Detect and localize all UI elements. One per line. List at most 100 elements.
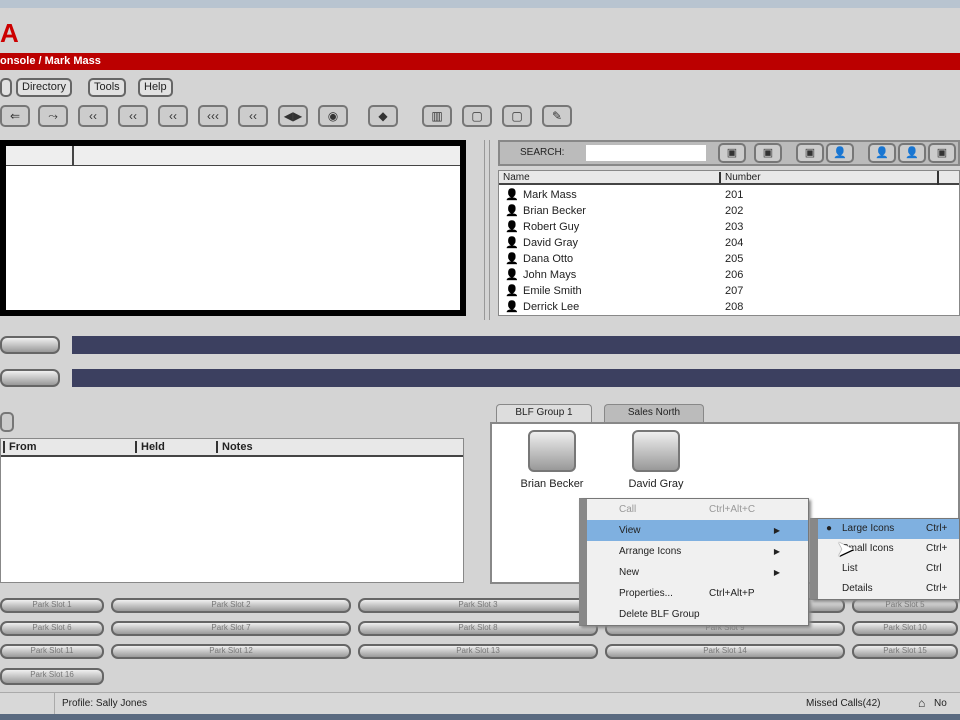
search-card-icon[interactable]: ▣ [796, 143, 824, 163]
menu-item-call[interactable]: Call Ctrl+Alt+C [587, 499, 808, 520]
blf-user[interactable]: David Gray [608, 430, 704, 490]
toolbar-record-icon[interactable]: ◉ [318, 105, 348, 127]
menu-item-label: New [619, 567, 640, 578]
directory-row[interactable]: 👤 David Gray 204 [499, 235, 959, 251]
line-button-2[interactable] [0, 369, 60, 387]
toolbar-hold-icon[interactable]: ⤳ [38, 105, 68, 127]
column-notes[interactable]: Notes [216, 441, 253, 453]
missed-calls[interactable]: Missed Calls(42) [806, 698, 880, 709]
logo: A [0, 18, 19, 48]
menu-shortcut: Ctrl+Alt+P [709, 588, 755, 599]
toolbar-transfer-icon[interactable]: ⇐ [0, 105, 30, 127]
column-name[interactable]: Name [503, 172, 530, 183]
blf-user-label: David Gray [628, 478, 684, 490]
toolbar-settings-icon[interactable]: ✎ [542, 105, 572, 127]
directory-row[interactable]: 👤 Brian Becker 202 [499, 203, 959, 219]
menu-tools[interactable]: Tools [88, 78, 126, 97]
held-button[interactable] [0, 412, 14, 432]
menu-file[interactable] [0, 78, 12, 97]
toolbar-line2-icon[interactable]: ▢ [502, 105, 532, 127]
menu-help[interactable]: Help [138, 78, 173, 97]
park-slot-button[interactable]: Park Slot 1 [0, 598, 104, 613]
toolbar-dialpad-icon[interactable]: ▥ [422, 105, 452, 127]
column-from[interactable]: From [3, 441, 37, 453]
submenu-item-list[interactable]: List Ctrl [818, 559, 959, 579]
contact-number: 201 [725, 189, 744, 201]
toolbar-navigate-icon[interactable]: ◆ [368, 105, 398, 127]
menu-shortcut: Ctrl+ [926, 543, 948, 554]
submenu-arrow-icon: ▶ [773, 568, 780, 577]
person-icon: 👤 [505, 285, 519, 297]
park-slot-button[interactable]: Park Slot 3 [358, 598, 598, 613]
column-number[interactable]: Number [719, 172, 761, 183]
bell-icon: ⌂ [918, 696, 926, 710]
park-slot-button[interactable]: Park Slot 14 [605, 644, 845, 659]
toolbar-conference2-icon[interactable]: ‹‹ [118, 105, 148, 127]
person-icon: 👤 [505, 237, 519, 249]
person-icon: 👤 [505, 205, 519, 217]
park-slot-button[interactable]: Park Slot 12 [111, 644, 351, 659]
submenu-item-details[interactable]: Details Ctrl+ [818, 579, 959, 599]
splitter[interactable] [484, 140, 490, 320]
column-held[interactable]: Held [135, 441, 165, 453]
taskbar [0, 714, 960, 720]
toolbar-speaker-icon[interactable]: ◀▶ [278, 105, 308, 127]
menu-shortcut: Ctrl+ [926, 523, 948, 534]
park-slot-button[interactable]: Park Slot 8 [358, 621, 598, 636]
contact-number: 208 [725, 301, 744, 313]
menu-item-properties[interactable]: Properties... Ctrl+Alt+P [587, 583, 808, 604]
toolbar-conference4-icon[interactable]: ‹‹‹ [198, 105, 228, 127]
directory-row[interactable]: 👤 John Mays 206 [499, 267, 959, 283]
group-icon[interactable]: 👤 [898, 143, 926, 163]
park-slot-button[interactable]: Park Slot 13 [358, 644, 598, 659]
call-panel[interactable] [0, 140, 466, 316]
contact-number: 202 [725, 205, 744, 217]
park-slot-button[interactable]: Park Slot 6 [0, 621, 104, 636]
park-slot-button[interactable]: Park Slot 11 [0, 644, 104, 659]
directory-row[interactable]: 👤 Dana Otto 205 [499, 251, 959, 267]
directory-row[interactable]: 👤 Derrick Lee 208 [499, 299, 959, 315]
line-status-2 [72, 369, 960, 387]
contact-name: Robert Guy [523, 221, 580, 233]
menu-shortcut: Ctrl [926, 563, 942, 574]
person-icon[interactable]: 👤 [868, 143, 896, 163]
edit-icon[interactable]: ▣ [718, 143, 746, 163]
menu-item-label: List [842, 563, 858, 574]
contact-number: 205 [725, 253, 744, 265]
search-input[interactable] [586, 145, 706, 161]
submenu-arrow-icon: ▶ [773, 547, 780, 556]
line-button-1[interactable] [0, 336, 60, 354]
toolbar-conference-icon[interactable]: ‹‹ [78, 105, 108, 127]
menu-item-view[interactable]: View ▶ [587, 520, 808, 541]
contact-number: 203 [725, 221, 744, 233]
menu-item-new[interactable]: New ▶ [587, 562, 808, 583]
status-right: No [934, 698, 947, 709]
check-icon[interactable]: ▣ [754, 143, 782, 163]
tab-sales-north[interactable]: Sales North [604, 404, 704, 422]
toolbar-conference3-icon[interactable]: ‹‹ [158, 105, 188, 127]
menu-item-delete-blf-group[interactable]: Delete BLF Group [587, 604, 808, 625]
menu-directory[interactable]: Directory [16, 78, 73, 97]
link-icon[interactable]: ▣ [928, 143, 956, 163]
toolbar-line1-icon[interactable]: ▢ [462, 105, 492, 127]
blf-user[interactable]: Brian Becker [504, 430, 600, 490]
phone-icon [632, 430, 680, 472]
person-icon: 👤 [505, 269, 519, 281]
toolbar-back-icon[interactable]: ‹‹ [238, 105, 268, 127]
park-slot-button[interactable]: Park Slot 16 [0, 668, 104, 685]
contact-number: 207 [725, 285, 744, 297]
submenu-arrow-icon: ▶ [773, 526, 780, 535]
park-slot-button[interactable]: Park Slot 2 [111, 598, 351, 613]
directory-row[interactable]: 👤 Robert Guy 203 [499, 219, 959, 235]
park-slot-button[interactable]: Park Slot 7 [111, 621, 351, 636]
park-slot-button[interactable]: Park Slot 10 [852, 621, 958, 636]
tab-blf-group-1[interactable]: BLF Group 1 [496, 404, 592, 422]
menu-item-arrange-icons[interactable]: Arrange Icons ▶ [587, 541, 808, 562]
park-slot-button[interactable]: Park Slot 5 [852, 598, 958, 613]
mouse-cursor-icon: ➤ [836, 536, 855, 561]
title-bar: onsole / Mark Mass [0, 53, 960, 70]
directory-row[interactable]: 👤 Emile Smith 207 [499, 283, 959, 299]
directory-row[interactable]: 👤 Mark Mass 201 [499, 187, 959, 203]
search-person-icon[interactable]: 👤 [826, 143, 854, 163]
park-slot-button[interactable]: Park Slot 15 [852, 644, 958, 659]
